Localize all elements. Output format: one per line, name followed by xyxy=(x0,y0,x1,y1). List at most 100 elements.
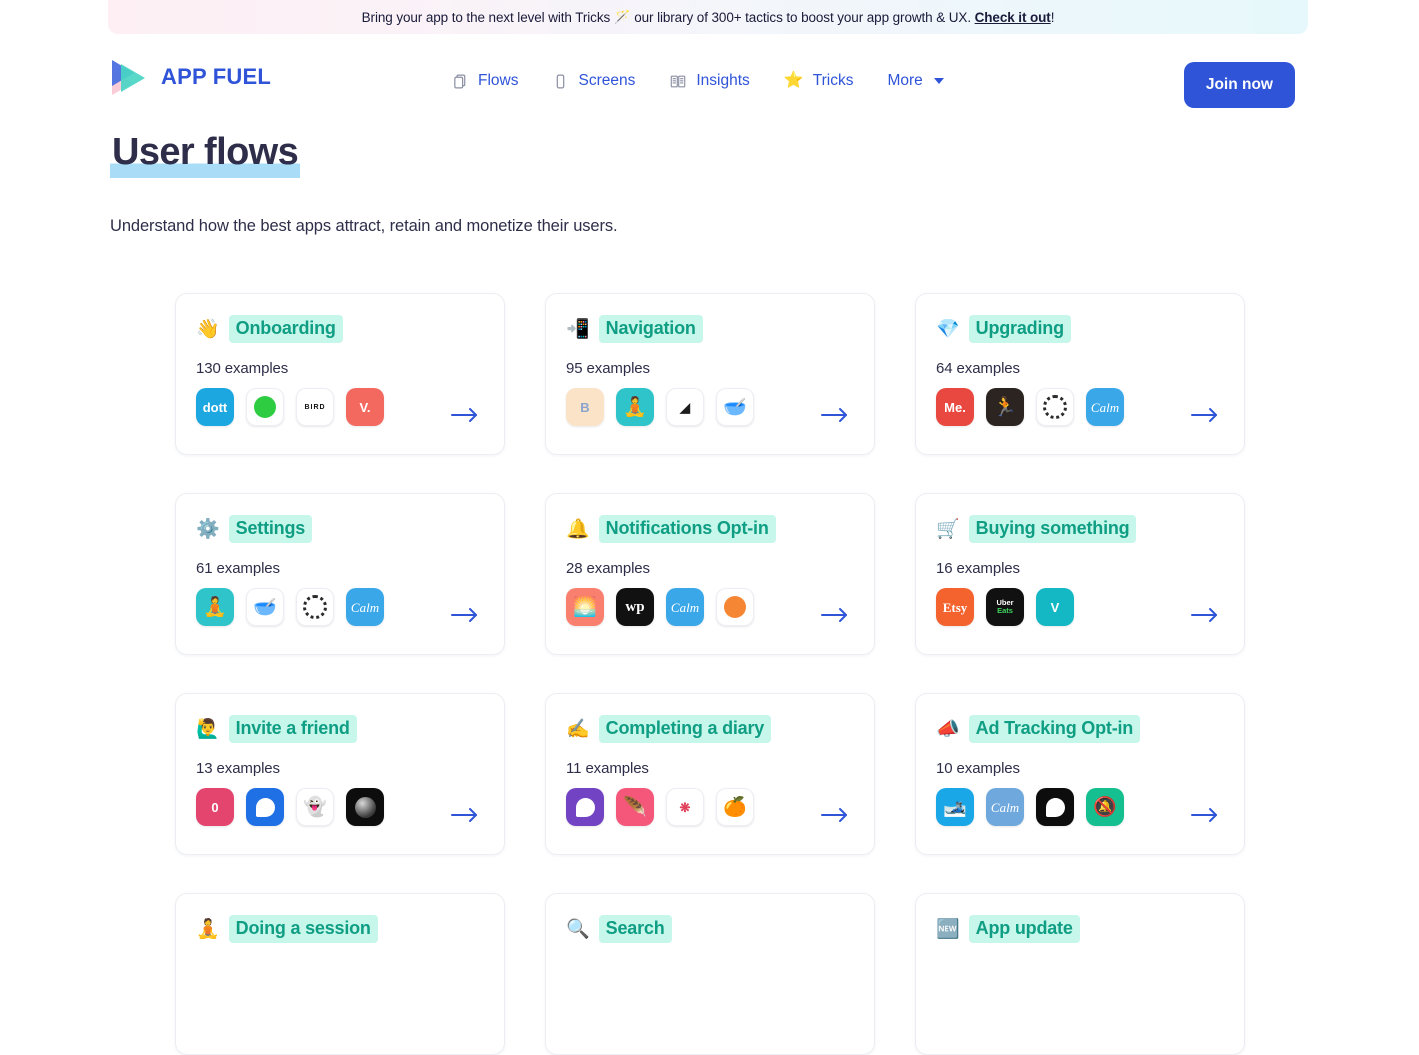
card-arrow-button[interactable] xyxy=(450,604,480,626)
app-icon-vinted[interactable]: V. xyxy=(346,388,384,426)
card-title: Search xyxy=(598,915,672,943)
card-example-count: 61 examples xyxy=(196,560,280,577)
flow-card[interactable]: 👋 Onboarding 130 examples dott BIRD V. xyxy=(175,293,505,455)
card-arrow-button[interactable] xyxy=(1190,604,1220,626)
card-title: Notifications Opt-in xyxy=(598,515,776,543)
nav-item-tricks[interactable]: ⭐ Tricks xyxy=(784,72,854,90)
app-icon-list: dott BIRD V. xyxy=(196,388,384,426)
nav-label: Flows xyxy=(478,72,519,89)
nav-item-flows[interactable]: Flows xyxy=(452,72,518,90)
app-icon-uber-eats[interactable]: Uber Eats xyxy=(986,588,1024,626)
flow-card[interactable]: 🧘 Doing a session xyxy=(175,893,505,1055)
app-icon-list: Me. 🏃 Calm xyxy=(936,388,1124,426)
app-icon-list: 🎿 Calm 🔕 xyxy=(936,788,1124,826)
card-header: 🛒 Buying something xyxy=(936,514,1224,544)
app-icon-messenger-app[interactable] xyxy=(246,788,284,826)
card-emoji-icon: 📲 xyxy=(566,318,590,340)
card-emoji-icon: 🙋‍♂️ xyxy=(196,718,220,740)
app-icon-orange-fruit-app[interactable]: 🍊 xyxy=(716,788,754,826)
flow-card[interactable]: 🆕 App update xyxy=(915,893,1245,1055)
card-footer: 🌅 wp Calm xyxy=(566,588,854,626)
app-icon-calm[interactable]: Calm xyxy=(986,788,1024,826)
card-header: 🆕 App update xyxy=(936,914,1224,944)
app-icon-oura[interactable] xyxy=(296,588,334,626)
page-subtitle: Understand how the best apps attract, re… xyxy=(110,217,618,235)
app-icon-zero-app[interactable]: 0 xyxy=(196,788,234,826)
nav-label: Tricks xyxy=(812,72,854,89)
app-icon-artifact[interactable]: ◢ xyxy=(666,388,704,426)
app-icon-skis-app[interactable]: 🎿 xyxy=(936,788,974,826)
card-arrow-button[interactable] xyxy=(450,404,480,426)
card-example-count: 11 examples xyxy=(566,760,649,777)
app-icon-calm[interactable]: Calm xyxy=(346,588,384,626)
flow-card[interactable]: ⚙️ Settings 61 examples 🧘 🥣 Calm xyxy=(175,493,505,655)
card-arrow-button[interactable] xyxy=(820,804,850,826)
app-icon-calm[interactable]: Calm xyxy=(666,588,704,626)
join-now-button[interactable]: Join now xyxy=(1183,62,1295,108)
card-example-count: 10 examples xyxy=(936,760,1020,777)
flow-card[interactable]: 🙋‍♂️ Invite a friend 13 examples 0 👻 xyxy=(175,693,505,855)
card-example-count: 16 examples xyxy=(936,560,1020,577)
app-icon-ghost-app[interactable]: 👻 xyxy=(296,788,334,826)
app-icon-etsy[interactable]: Etsy xyxy=(936,588,974,626)
card-arrow-button[interactable] xyxy=(450,804,480,826)
card-header: 👋 Onboarding xyxy=(196,314,484,344)
magic-wand-icon: 🪄 xyxy=(614,9,631,24)
card-emoji-icon: ✍️ xyxy=(566,718,590,740)
app-icon-orange-dot-app[interactable] xyxy=(716,588,754,626)
app-icon-me-plus[interactable]: Me. xyxy=(936,388,974,426)
nav-item-more[interactable]: More xyxy=(887,72,944,90)
app-icon-feather-app[interactable]: 🪶 xyxy=(616,788,654,826)
app-icon-washington-post[interactable]: wp xyxy=(616,588,654,626)
app-icon-calm[interactable]: Calm xyxy=(1086,388,1124,426)
flow-card[interactable]: 🔔 Notifications Opt-in 28 examples 🌅 wp Calm xyxy=(545,493,875,655)
card-arrow-button[interactable] xyxy=(820,604,850,626)
app-icon-blinkist[interactable]: B xyxy=(566,388,604,426)
chevron-down-icon xyxy=(933,78,944,84)
app-icon-black-shape-app[interactable] xyxy=(1036,788,1074,826)
app-icon-sunrise-app[interactable]: 🌅 xyxy=(566,588,604,626)
app-icon-vinted[interactable]: V xyxy=(1036,588,1074,626)
nav-item-screens[interactable]: Screens xyxy=(552,72,635,90)
card-footer: B 🧘 ◢ 🥣 xyxy=(566,388,854,426)
app-icon-strava-dark[interactable]: 🏃 xyxy=(986,388,1024,426)
card-example-count: 95 examples xyxy=(566,360,650,377)
app-icon-bird[interactable]: BIRD xyxy=(296,388,334,426)
app-icon-lime[interactable] xyxy=(246,388,284,426)
flow-card[interactable]: 📲 Navigation 95 examples B 🧘 ◢ 🥣 xyxy=(545,293,875,455)
card-footer: 0 👻 xyxy=(196,788,484,826)
app-fuel-logo-icon xyxy=(110,58,152,96)
phone-icon xyxy=(552,73,569,90)
card-emoji-icon: 🆕 xyxy=(936,918,960,940)
flow-card[interactable]: ✍️ Completing a diary 11 examples 🪶 ❋ 🍊 xyxy=(545,693,875,855)
card-arrow-button[interactable] xyxy=(1190,804,1220,826)
flow-card[interactable]: 📣 Ad Tracking Opt-in 10 examples 🎿 Calm 🔕 xyxy=(915,693,1245,855)
flow-card[interactable]: 🔍 Search xyxy=(545,893,875,1055)
flow-card[interactable]: 💎 Upgrading 64 examples Me. 🏃 Calm xyxy=(915,293,1245,455)
card-header: 💎 Upgrading xyxy=(936,314,1224,344)
promo-cta-link[interactable]: Check it out xyxy=(975,10,1051,25)
app-icon-bowl-app[interactable]: 🥣 xyxy=(246,588,284,626)
app-icon-bowl-app[interactable]: 🥣 xyxy=(716,388,754,426)
app-icon-journal-app[interactable] xyxy=(566,788,604,826)
nav-item-insights[interactable]: Insights xyxy=(669,72,750,90)
card-arrow-button[interactable] xyxy=(820,404,850,426)
card-footer: 🪶 ❋ 🍊 xyxy=(566,788,854,826)
promo-banner: Bring your app to the next level with Tr… xyxy=(108,0,1308,34)
app-icon-green-app[interactable]: 🔕 xyxy=(1086,788,1124,826)
card-example-count: 130 examples xyxy=(196,360,289,377)
app-icon-meditation-app[interactable]: 🧘 xyxy=(196,588,234,626)
logo-text: APP FUEL xyxy=(161,64,271,89)
logo[interactable]: APP FUEL xyxy=(110,58,271,96)
app-icon-dott[interactable]: dott xyxy=(196,388,234,426)
app-icon-meditation-app[interactable]: 🧘 xyxy=(616,388,654,426)
card-title: Invite a friend xyxy=(228,715,357,743)
app-icon-flower-app[interactable]: ❋ xyxy=(666,788,704,826)
flow-card[interactable]: 🛒 Buying something 16 examples Etsy Uber Eats… xyxy=(915,493,1245,655)
flow-card-grid: 👋 Onboarding 130 examples dott BIRD V. 📲 Naviga… xyxy=(175,293,1245,1055)
app-icon-list: 🌅 wp Calm xyxy=(566,588,754,626)
card-arrow-button[interactable] xyxy=(1190,404,1220,426)
app-icon-dark-orb-app[interactable] xyxy=(346,788,384,826)
app-icon-oura[interactable] xyxy=(1036,388,1074,426)
app-icon-list: B 🧘 ◢ 🥣 xyxy=(566,388,754,426)
